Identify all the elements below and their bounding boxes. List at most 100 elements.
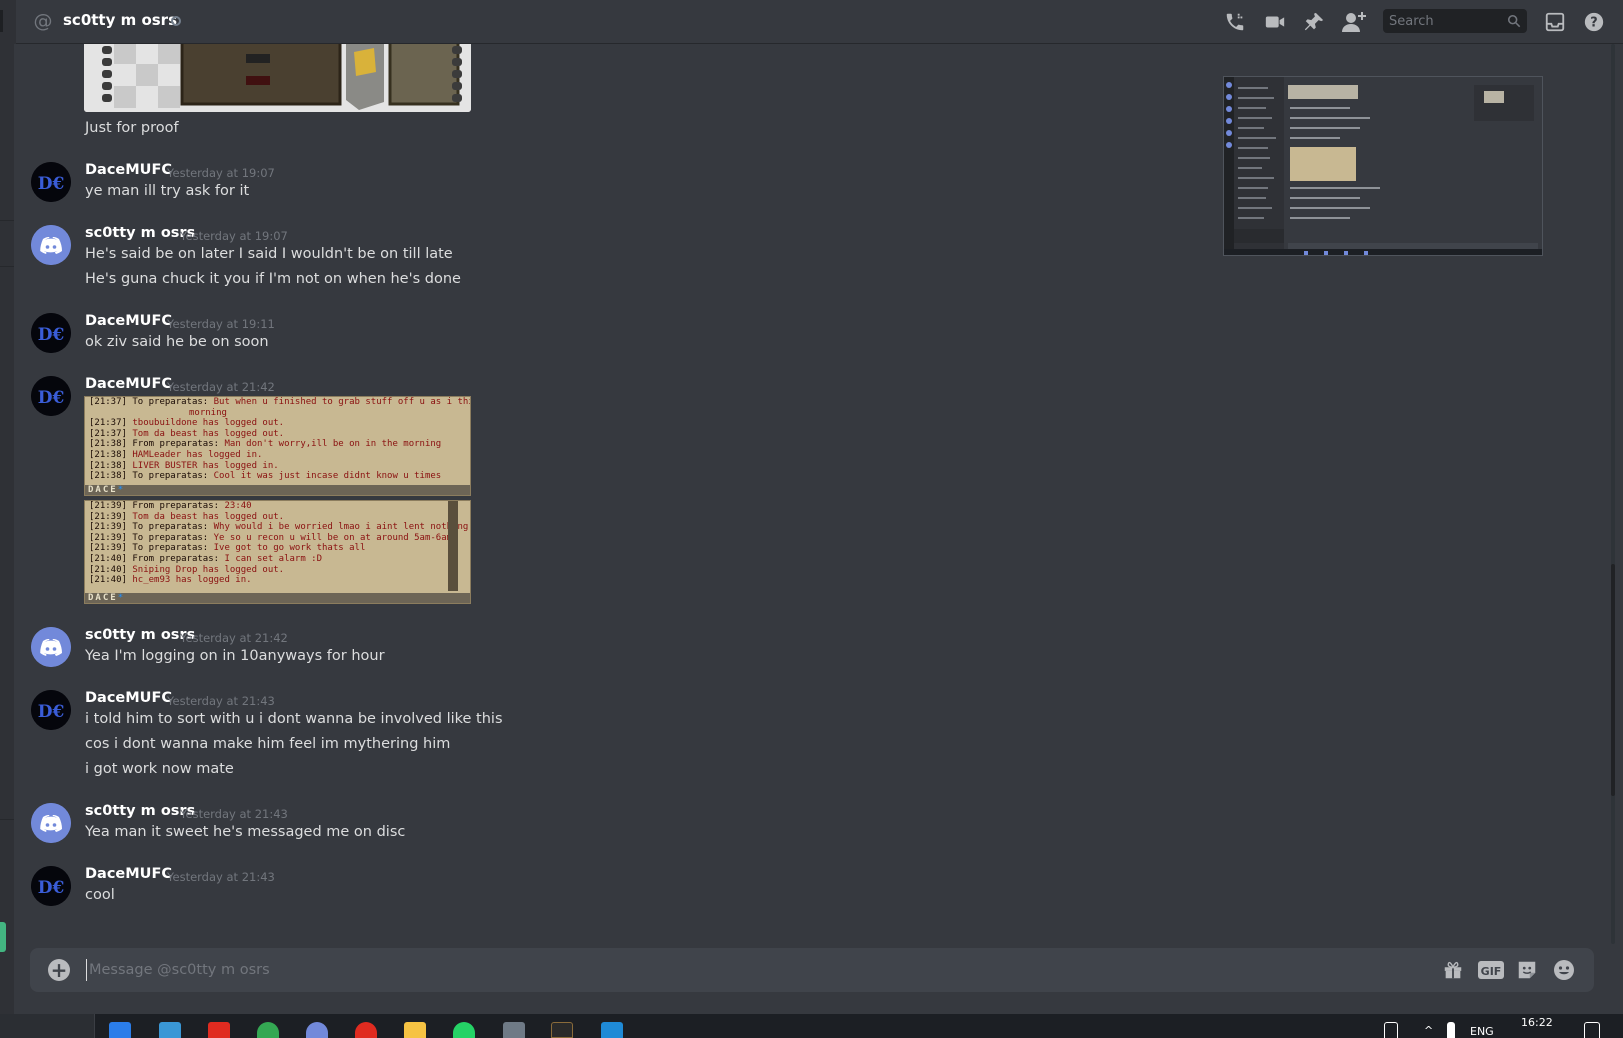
author-name[interactable]: DaceMUFC (85, 313, 172, 329)
dm-recipient-name: sc0tty m osrs (63, 11, 178, 29)
taskbar-search-area[interactable] (0, 1014, 95, 1038)
people-icon[interactable] (1384, 1022, 1398, 1038)
at-sign-icon: @ (33, 10, 53, 32)
whatsapp-icon[interactable] (453, 1022, 475, 1038)
gif-picker-button[interactable]: GIF (1477, 958, 1505, 982)
chatlog-line: [21:40] hc_em93 has logged in. (89, 575, 252, 586)
discord-taskbar-icon[interactable] (306, 1022, 328, 1038)
chatlog-line: [21:37] To preparatas: But when u finish… (89, 397, 470, 407)
pinned-messages-icon[interactable] (1300, 8, 1328, 36)
inbox-icon[interactable] (1541, 8, 1569, 36)
avatar[interactable]: D€ (31, 313, 71, 353)
author-name[interactable]: DaceMUFC (85, 690, 172, 706)
chatlog-line: [21:38] LIVER BUSTER has logged in. (89, 460, 279, 471)
message-input[interactable] (86, 959, 1386, 981)
message-text: Just for proof (85, 120, 179, 136)
timestamp: Yesterday at 19:07 (180, 229, 288, 243)
avatar[interactable]: D€ (31, 690, 71, 730)
avatar[interactable] (31, 627, 71, 667)
chatlog-input-row: DACE* (85, 485, 470, 495)
game-screenshot-attachment[interactable] (84, 44, 471, 112)
search-box[interactable] (1383, 9, 1527, 33)
sidebar-edge (0, 44, 14, 1014)
author-name[interactable]: DaceMUFC (85, 866, 172, 882)
message-text: Yea man it sweet he's messaged me on dis… (85, 824, 406, 840)
timestamp: Yesterday at 19:07 (167, 166, 275, 180)
chatlog-line: [21:38] From preparatas: Man don't worry… (89, 439, 442, 450)
runelite-icon[interactable] (551, 1022, 573, 1038)
message-text: ye man ill try ask for it (85, 183, 250, 199)
chatlog-screenshot-1[interactable]: [21:37] To preparatas: But when u finish… (84, 396, 471, 496)
chatlog-line: [21:39] From preparatas: 23:40 (89, 501, 252, 511)
folder-icon[interactable] (404, 1022, 426, 1038)
youtube-music-icon[interactable] (355, 1022, 377, 1038)
svg-text:?: ? (1590, 16, 1597, 31)
video-call-icon[interactable] (1261, 8, 1289, 36)
online-indicator (0, 922, 6, 952)
svg-text:D€: D€ (38, 174, 65, 194)
notifications-icon[interactable] (1584, 1022, 1600, 1038)
message-text: cool (85, 887, 115, 903)
timestamp: Yesterday at 21:42 (167, 380, 275, 394)
chatlog-line: [21:38] To preparatas: Cool it was just … (89, 471, 442, 482)
add-friend-to-dm-icon[interactable] (1340, 8, 1368, 36)
svg-text:D€: D€ (38, 878, 65, 898)
show-hidden-icons-chevron-icon[interactable]: ^ (1424, 1024, 1433, 1037)
avatar[interactable]: D€ (31, 866, 71, 906)
author-name[interactable]: DaceMUFC (85, 376, 172, 392)
chatlog-line: [21:39] Tom da beast has logged out. (89, 511, 285, 522)
channel-header: @ sc0tty m osrs ? (0, 0, 1623, 44)
message-composer: + GIF (30, 948, 1594, 992)
timestamp: Yesterday at 19:11 (167, 317, 275, 331)
avatar[interactable]: D€ (31, 376, 71, 416)
calculator-icon[interactable] (503, 1022, 525, 1038)
input-language[interactable]: ENG (1470, 1025, 1494, 1038)
chatlog-line: [21:39] To preparatas: Why would i be wo… (89, 522, 469, 533)
voice-call-icon[interactable] (1221, 8, 1249, 36)
message-text: i told him to sort with u i dont wanna b… (85, 711, 503, 727)
youtube-icon[interactable] (208, 1022, 230, 1038)
author-name[interactable]: DaceMUFC (85, 162, 172, 178)
sticker-icon[interactable] (1514, 958, 1540, 982)
chrome-icon[interactable] (257, 1022, 279, 1038)
author-name[interactable]: sc0tty m osrs (85, 627, 195, 643)
gift-icon[interactable] (1440, 958, 1466, 982)
timestamp: Yesterday at 21:43 (167, 694, 275, 708)
screen-capture-thumbnail[interactable] (1223, 76, 1543, 256)
message-text: He's said be on later I said I wouldn't … (85, 246, 453, 262)
chatlog-line: [21:37] Tom da beast has logged out. (89, 428, 285, 439)
timestamp: Yesterday at 21:43 (167, 870, 275, 884)
chatlog-input-row: DACE* (85, 593, 470, 603)
timestamp: Yesterday at 21:43 (180, 807, 288, 821)
scrollbar-thumb[interactable] (1611, 564, 1615, 796)
svg-text:D€: D€ (38, 702, 65, 722)
clock-time[interactable]: 16:22 (1521, 1016, 1553, 1029)
author-name[interactable]: sc0tty m osrs (85, 803, 195, 819)
avatar[interactable]: D€ (31, 162, 71, 202)
help-icon[interactable]: ? (1580, 8, 1608, 36)
chatlog-screenshot-2[interactable]: [21:39] From preparatas: 23:40 [21:39] T… (84, 500, 471, 604)
file-explorer-icon[interactable] (159, 1022, 181, 1038)
chatlog-line: [21:39] To preparatas: Ye so u recon u w… (89, 532, 458, 543)
svg-text:GIF: GIF (1481, 965, 1502, 978)
chatlog-line: [21:40] From preparatas: I can set alarm… (89, 553, 323, 564)
author-name[interactable]: sc0tty m osrs (85, 225, 195, 241)
message-scrollbar[interactable] (1611, 44, 1615, 944)
emoji-icon[interactable] (1551, 958, 1577, 982)
chatlog-line: [21:37] tboubuildone has logged out. (89, 418, 285, 429)
microsoft-store-icon[interactable] (109, 1022, 131, 1038)
search-input[interactable] (1389, 12, 1501, 30)
message-text: Yea I'm logging on in 10anyways for hour (85, 648, 385, 664)
chatlog-line: morning (189, 407, 227, 418)
discord-window: { "header": { "channel_name": "sc0tty m … (0, 0, 1623, 1038)
battery-icon[interactable] (1447, 1022, 1455, 1038)
avatar[interactable] (31, 803, 71, 843)
timestamp: Yesterday at 21:42 (180, 631, 288, 645)
snip-tool-icon[interactable] (601, 1022, 623, 1038)
svg-text:D€: D€ (38, 388, 65, 408)
upload-plus-icon[interactable]: + (48, 959, 70, 981)
avatar[interactable] (31, 225, 71, 265)
message-text: i got work now mate (85, 761, 234, 777)
chatlog-line: [21:38] HAMLeader has logged in. (89, 449, 263, 460)
chatlog-scrollbar (448, 501, 458, 591)
